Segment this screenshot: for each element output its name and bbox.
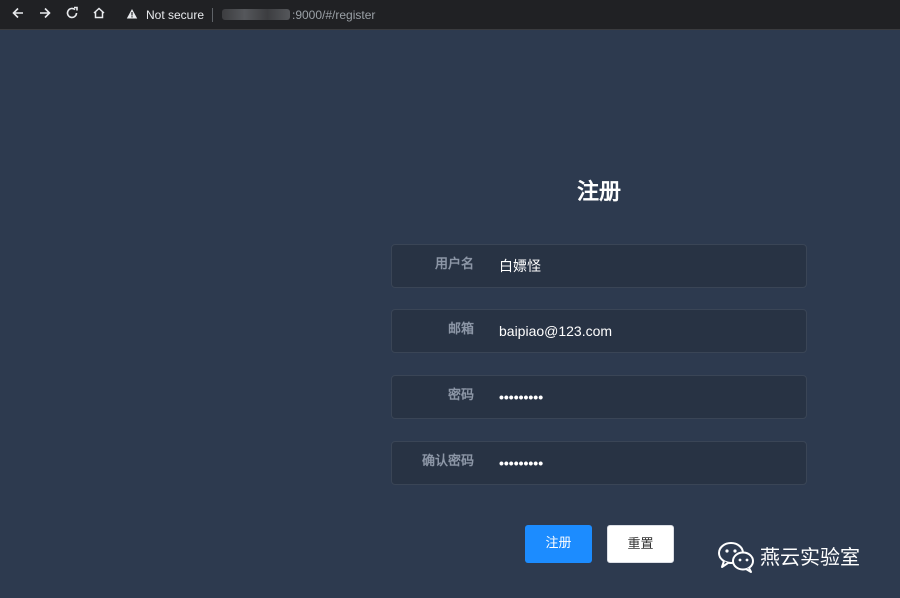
email-input[interactable]: baipiao@123.com (499, 310, 612, 352)
username-label: 用户名 (434, 257, 474, 272)
register-form-title-container: 注册 (391, 178, 807, 208)
watermark-text: 燕云实验室 (760, 545, 860, 569)
register-button[interactable]: 注册 (525, 525, 592, 563)
email-label: 邮箱 (447, 322, 474, 337)
home-icon[interactable] (89, 5, 109, 25)
confirm-password-label: 确认密码 (421, 454, 474, 469)
url-separator (212, 8, 213, 22)
warning-icon[interactable] (126, 8, 138, 24)
back-arrow-icon[interactable] (8, 5, 28, 25)
page-title: 注册 (576, 180, 621, 205)
email-field[interactable]: 邮箱 baipiao@123.com (391, 309, 807, 353)
security-status-label[interactable]: Not secure (146, 7, 204, 23)
username-input[interactable]: 白嫖怪 (499, 245, 541, 287)
browser-toolbar: Not secure :9000/#/register (0, 0, 900, 30)
username-field[interactable]: 用户名 白嫖怪 (391, 244, 807, 288)
address-bar-url[interactable]: :9000/#/register (292, 7, 375, 23)
forward-arrow-icon[interactable] (35, 5, 55, 25)
reload-icon[interactable] (62, 5, 82, 25)
password-label: 密码 (447, 388, 474, 403)
confirm-password-input[interactable]: ••••••••• (499, 442, 543, 484)
url-host-redacted[interactable] (222, 9, 290, 20)
wechat-icon (716, 540, 756, 574)
confirm-password-field[interactable]: 确认密码 ••••••••• (391, 441, 807, 485)
password-field[interactable]: 密码 ••••••••• (391, 375, 807, 419)
reset-button[interactable]: 重置 (607, 525, 674, 563)
password-input[interactable]: ••••••••• (499, 376, 543, 418)
